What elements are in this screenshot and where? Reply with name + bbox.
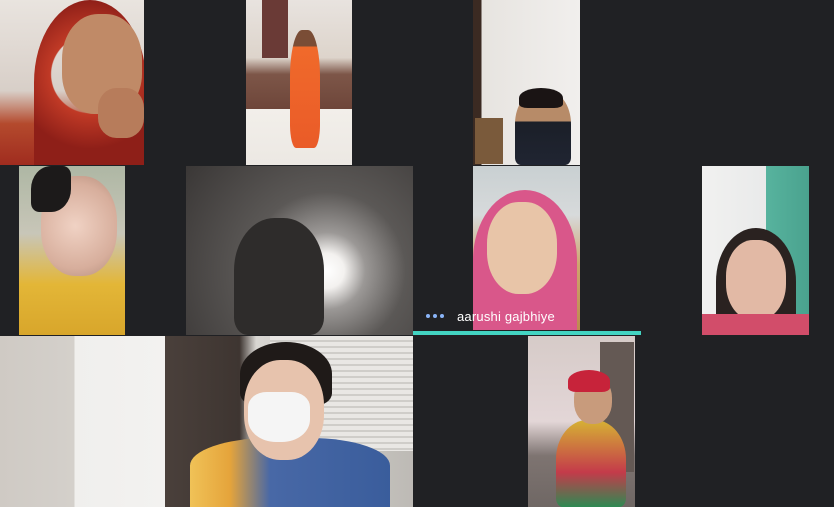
participant-name: aarushi gajbhiye xyxy=(457,308,555,324)
participant-tile-9[interactable] xyxy=(528,336,635,507)
speaking-indicator-bar xyxy=(413,331,641,335)
background-chair xyxy=(475,118,503,164)
participant-clothing xyxy=(556,420,626,507)
participant-tile-1[interactable] xyxy=(0,0,144,165)
background-curtain xyxy=(262,0,288,58)
dot xyxy=(433,314,437,318)
participant-face xyxy=(487,202,557,294)
active-speaker-name-tag: aarushi gajbhiye xyxy=(413,301,641,331)
dot xyxy=(426,314,430,318)
participant-headwear xyxy=(568,370,610,392)
face-mask xyxy=(248,392,310,442)
dot xyxy=(440,314,444,318)
participant-clothing xyxy=(702,314,809,335)
participant-tile-4[interactable] xyxy=(19,166,125,335)
participant-face xyxy=(726,240,786,320)
more-horizontal-icon[interactable] xyxy=(426,314,444,318)
participant-tile-7[interactable] xyxy=(702,166,809,335)
participant-hair xyxy=(519,88,563,108)
participant-figure xyxy=(290,30,320,148)
participant-tile-3[interactable] xyxy=(473,0,580,165)
participant-silhouette xyxy=(234,218,324,335)
video-grid: aarushi gajbhiye xyxy=(0,0,834,507)
participant-tile-2[interactable] xyxy=(246,0,352,165)
participant-tile-8[interactable] xyxy=(0,336,413,507)
participant-hand xyxy=(98,88,144,138)
participant-tile-5[interactable] xyxy=(186,166,413,335)
participant-hair xyxy=(31,166,71,212)
